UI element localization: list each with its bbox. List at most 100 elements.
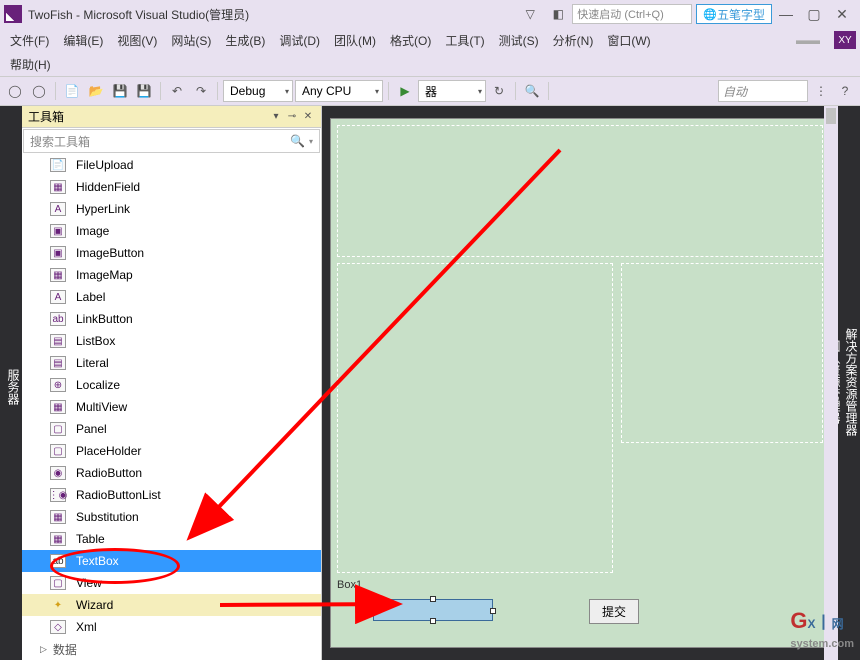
menu-view[interactable]: 视图(V) [111,30,163,51]
notification-icon[interactable]: ◧ [546,4,570,24]
menu-analyze[interactable]: 分析(N) [547,30,600,51]
vertical-scrollbar[interactable] [824,106,838,660]
open-button[interactable]: 📂 [85,80,107,102]
window-title: TwoFish - Microsoft Visual Studio(管理员) [28,6,516,23]
submit-button[interactable]: 提交 [589,599,639,624]
layout-region-left[interactable] [337,263,613,573]
toolbox-item-label[interactable]: ALabel [22,286,321,308]
menu-debug[interactable]: 调试(D) [273,30,326,51]
menu-test[interactable]: 测试(S) [493,30,545,51]
placeholder-icon: ▢ [50,444,66,458]
search-icon: 🔍 [290,134,305,148]
pin-icon[interactable]: ⊸ [285,110,299,124]
resize-handle-icon[interactable] [490,608,496,614]
right-tab-strip[interactable]: 解决方案资源管理器 团队资源管理器 属性 [838,106,860,660]
solution-explorer-tab[interactable]: 解决方案资源管理器 [843,114,860,650]
menu-window[interactable]: 窗口(W) [601,30,656,51]
toolbox-item-localize[interactable]: ⊕Localize [22,374,321,396]
toolbox-item-fileupload[interactable]: 📄FileUpload [22,154,321,176]
toolbox-item-multiview[interactable]: ▦MultiView [22,396,321,418]
hyperlink-icon: A [50,202,66,216]
menu-tools[interactable]: 工具(T) [439,30,490,51]
close-button[interactable]: ✕ [828,4,856,24]
quick-launch-input[interactable]: 快速启动 (Ctrl+Q) [572,4,692,24]
design-canvas[interactable]: Box1 提交 [330,118,830,648]
menu-format[interactable]: 格式(O) [384,30,437,51]
toolbox-item-xml[interactable]: ◇Xml [22,616,321,638]
menu-file[interactable]: 文件(F) [4,30,55,51]
nav-fwd-button[interactable]: ◯ [28,80,50,102]
toolbox-item-literal[interactable]: ▤Literal [22,352,321,374]
toolbox-title: 工具箱 [28,108,267,125]
more-button[interactable]: ⋮ [810,80,832,102]
substitution-icon: ▦ [50,510,66,524]
nav-back-button[interactable]: ◯ [4,80,26,102]
close-panel-icon[interactable]: ✕ [301,110,315,124]
toolbox-item-listbox[interactable]: ▤ListBox [22,330,321,352]
literal-icon: ▤ [50,356,66,370]
new-project-button[interactable]: 📄 [61,80,83,102]
redo-button[interactable]: ↷ [190,80,212,102]
label-icon: A [50,290,66,304]
toolbar: ◯ ◯ 📄 📂 💾 💾 ↶ ↷ Debug Any CPU ▶ 器 ↻ 🔍 自动… [0,76,860,106]
multiview-icon: ▦ [50,400,66,414]
scrollbar-thumb[interactable] [826,108,836,124]
resize-handle-icon[interactable] [430,596,436,602]
toolbox-item-imagemap[interactable]: ▦ImageMap [22,264,321,286]
undo-button[interactable]: ↶ [166,80,188,102]
menu-help[interactable]: 帮助(H) [4,54,57,75]
ime-indicator[interactable]: 🌐五笔字型 [696,4,772,24]
imagemap-icon: ▦ [50,268,66,282]
image-icon: ▣ [50,224,66,238]
minimize-button[interactable]: — [772,4,800,24]
toolbox-item-image[interactable]: ▣Image [22,220,321,242]
menu-bar-row2: 帮助(H) [0,52,860,76]
toolbox-item-placeholder[interactable]: ▢PlaceHolder [22,440,321,462]
menu-build[interactable]: 生成(B) [219,30,271,51]
toolbox-header: 工具箱 ▾ ⊸ ✕ [22,106,321,128]
toolbox-expand-data[interactable]: 数据 [22,638,321,660]
control-caption: Box1 [337,579,362,591]
toolbox-item-textbox[interactable]: abTextBox [22,550,321,572]
toolbox-tree: 📄FileUpload ▦HiddenField AHyperLink ▣Ima… [22,154,321,660]
auto-input[interactable]: 自动 [718,80,808,102]
toolbox-item-wizard[interactable]: ✦Wizard [22,594,321,616]
save-all-button[interactable]: 💾 [133,80,155,102]
toolbox-search-input[interactable]: 搜索工具箱 🔍 ▾ [23,129,320,153]
toolbox-item-substitution[interactable]: ▦Substitution [22,506,321,528]
toolbox-item-panel[interactable]: ▢Panel [22,418,321,440]
find-button[interactable]: 🔍 [521,80,543,102]
restore-button[interactable]: ▢ [800,4,828,24]
toolbox-item-table[interactable]: ▦Table [22,528,321,550]
left-tab-strip[interactable]: 服务器 [0,106,22,660]
menu-edit[interactable]: 编辑(E) [57,30,109,51]
dropdown-icon[interactable]: ▾ [269,110,283,124]
user-badge[interactable]: XY [834,31,856,49]
textbox-control[interactable] [373,599,493,621]
platform-dropdown[interactable]: Any CPU [295,80,383,102]
layout-region-right[interactable] [621,263,823,443]
toolbox-item-radiobutton[interactable]: ◉RadioButton [22,462,321,484]
flag-icon[interactable]: ▽ [518,4,542,24]
run-button[interactable]: ▶ [394,80,416,102]
toolbox-item-hiddenfield[interactable]: ▦HiddenField [22,176,321,198]
config-dropdown[interactable]: Debug [223,80,293,102]
search-dropdown-icon[interactable]: ▾ [309,137,313,146]
vs-logo-icon [4,5,22,23]
menu-team[interactable]: 团队(M) [328,30,382,51]
browser-dropdown[interactable]: 器 [418,80,486,102]
toolbox-item-imagebutton[interactable]: ▣ImageButton [22,242,321,264]
resize-handle-icon[interactable] [430,618,436,624]
save-button[interactable]: 💾 [109,80,131,102]
resize-handle-icon[interactable] [370,608,376,614]
toolbox-item-hyperlink[interactable]: AHyperLink [22,198,321,220]
toolbox-item-radiobuttonlist[interactable]: ⋮◉RadioButtonList [22,484,321,506]
help-button[interactable]: ? [834,80,856,102]
toolbox-item-view[interactable]: ▢View [22,572,321,594]
designer-surface[interactable]: Box1 提交 [322,106,838,660]
toolbox-item-linkbutton[interactable]: abLinkButton [22,308,321,330]
refresh-button[interactable]: ↻ [488,80,510,102]
menu-website[interactable]: 网站(S) [165,30,217,51]
panel-icon: ▢ [50,422,66,436]
layout-region-header[interactable] [337,125,823,257]
